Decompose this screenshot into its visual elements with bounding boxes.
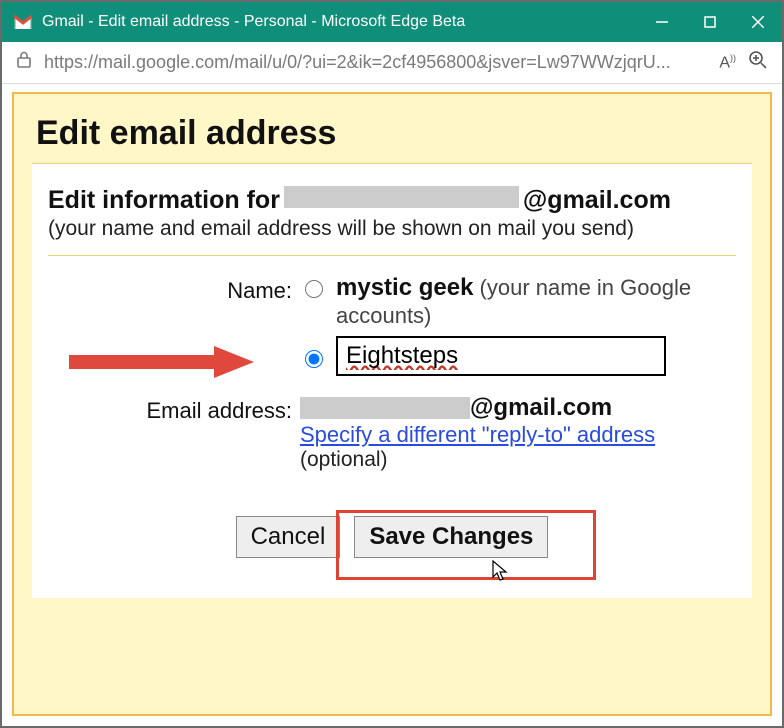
maximize-button[interactable] <box>686 2 734 42</box>
zoom-icon[interactable] <box>748 50 768 75</box>
google-account-name: mystic geek <box>336 274 473 301</box>
url-text[interactable]: https://mail.google.com/mail/u/0/?ui=2&i… <box>44 52 707 73</box>
info-email-domain: @gmail.com <box>523 186 671 215</box>
inner-panel: Edit information for @gmail.com (your na… <box>32 163 752 598</box>
name-option-custom <box>300 336 742 376</box>
info-prefix: Edit information for <box>48 186 280 215</box>
divider <box>48 255 736 256</box>
gmail-icon <box>14 12 34 32</box>
info-for-line: Edit information for @gmail.com <box>48 186 742 215</box>
save-button[interactable]: Save Changes <box>354 516 548 558</box>
email-label: Email address: <box>42 394 292 472</box>
window-frame: Gmail - Edit email address - Personal - … <box>0 0 784 728</box>
name-option-google-text: mystic geek (your name in Google account… <box>336 274 691 330</box>
window-title: Gmail - Edit email address - Personal - … <box>42 13 638 31</box>
email-domain-2: @gmail.com <box>470 394 612 422</box>
name-option-google: mystic geek (your name in Google account… <box>300 274 742 330</box>
close-button[interactable] <box>734 2 782 42</box>
page-title: Edit email address <box>36 114 752 153</box>
button-row: Cancel Save Changes <box>42 516 742 558</box>
redacted-email-user <box>284 186 519 208</box>
form-grid: Name: mystic geek (your name in Google a… <box>42 274 742 472</box>
email-value-block: @gmail.com Specify a different "reply-to… <box>300 394 742 472</box>
reader-icon[interactable]: A)) <box>719 53 736 72</box>
name-radio-custom[interactable] <box>305 350 323 368</box>
minimize-button[interactable] <box>638 2 686 42</box>
sub-note: (your name and email address will be sho… <box>48 217 742 241</box>
url-bar: https://mail.google.com/mail/u/0/?ui=2&i… <box>2 42 782 84</box>
lock-icon <box>16 51 32 74</box>
cancel-button[interactable]: Cancel <box>236 516 341 558</box>
reply-to-link[interactable]: Specify a different "reply-to" address <box>300 422 655 447</box>
email-line: @gmail.com <box>300 394 742 422</box>
google-note-a: (your name in Google <box>473 275 691 300</box>
titlebar: Gmail - Edit email address - Personal - … <box>2 2 782 42</box>
name-label: Name: <box>42 274 292 330</box>
name-radio-google[interactable] <box>305 280 323 298</box>
optional-note: (optional) <box>300 448 742 472</box>
redacted-email-user-2 <box>300 397 470 419</box>
google-note-b: accounts) <box>336 303 431 328</box>
custom-name-input[interactable] <box>336 336 666 376</box>
content-panel: Edit email address Edit information for … <box>12 92 772 716</box>
